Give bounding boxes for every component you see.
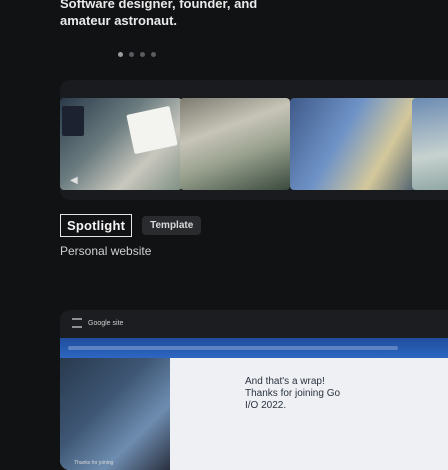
carousel-dot-4[interactable] [151, 52, 156, 57]
note-line-3: I/O 2022. [245, 400, 287, 411]
preview-image-4 [412, 98, 448, 190]
project-meta-row: Spotlight Template [60, 214, 202, 237]
note-line-1: And that's a wrap! [245, 376, 325, 387]
preview-site-label: Google site [88, 319, 124, 327]
carousel-dot-2[interactable] [129, 52, 134, 57]
menu-icon [72, 318, 82, 328]
carousel-dot-1[interactable] [118, 52, 123, 57]
preview-dark-panel [62, 106, 84, 136]
site-preview-card[interactable]: Google site Thanks for joining And that'… [60, 310, 448, 470]
carousel-dots [118, 52, 156, 57]
project-preview-card[interactable]: ◀ [60, 80, 448, 200]
preview-photo: Thanks for joining [60, 358, 170, 470]
hero-line-2: amateur astronaut. [60, 13, 178, 28]
preview-content: Thanks for joining And that's a wrap! Th… [60, 358, 448, 470]
arrow-left-icon: ◀ [70, 175, 78, 186]
project-subtitle: Personal website [60, 244, 152, 258]
project-brand-logo[interactable]: Spotlight [60, 214, 133, 237]
preview-note: And that's a wrap! Thanks for joining Go… [245, 376, 340, 412]
preview-banner [60, 338, 448, 358]
note-line-2: Thanks for joining Go [245, 388, 341, 399]
carousel-dot-3[interactable] [140, 52, 145, 57]
template-badge: Template [142, 216, 202, 235]
hero-tagline: Software designer, founder, and amateur … [60, 0, 400, 29]
hero-line-1: Software designer, founder, and [60, 0, 258, 11]
photo-caption: Thanks for joining [74, 460, 114, 466]
banner-bar [68, 346, 398, 350]
preview-image-3 [290, 98, 420, 190]
preview-toolbar: Google site [60, 310, 448, 336]
preview-image-2 [180, 98, 290, 190]
